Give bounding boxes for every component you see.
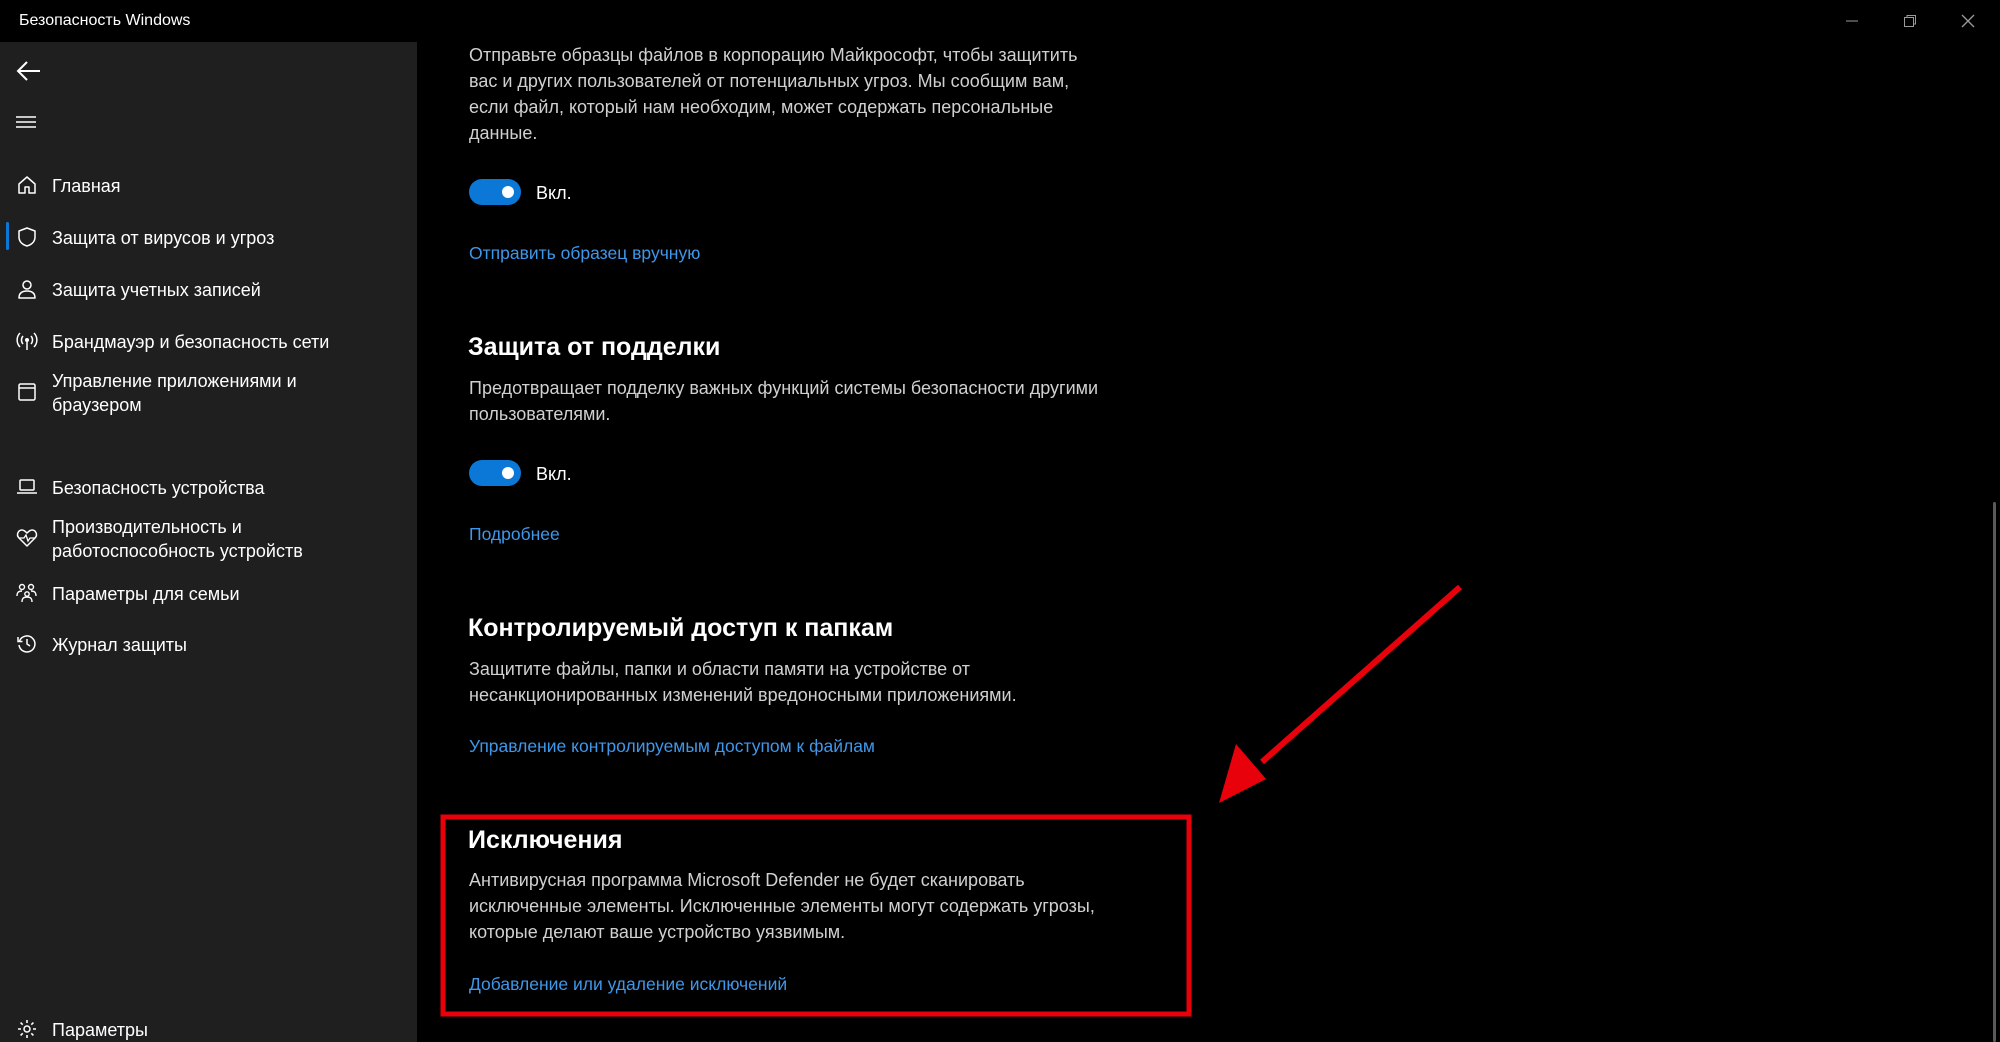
arrow-shaft (1260, 584, 1462, 765)
arrow-head (1219, 744, 1266, 803)
annotation-overlay (440, 584, 1462, 1017)
highlight-box (440, 814, 1192, 1017)
